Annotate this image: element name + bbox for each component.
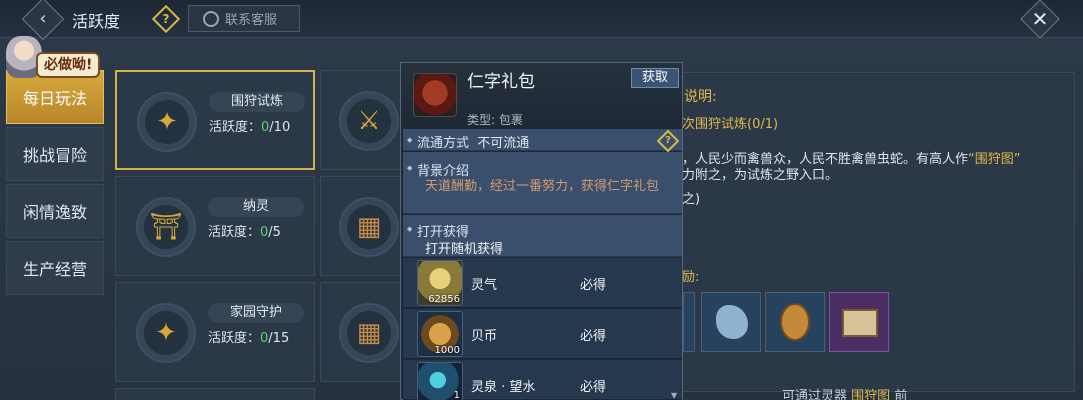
back-button[interactable]: ‹ — [21, 0, 65, 41]
item-count: 62856 — [428, 294, 460, 305]
story-line-3: 之) — [682, 192, 701, 207]
crossed-swords-icon: ⚔ — [339, 91, 399, 151]
gift-pack-icon — [413, 73, 457, 117]
sidebar-item-challenge[interactable]: 挑战冒险 — [6, 127, 104, 181]
scroll-icon — [842, 309, 878, 337]
item-type: 类型: 包裹 — [467, 113, 523, 127]
contact-service-button[interactable]: 联系客服 — [188, 5, 300, 32]
mystic-beast-icon: ✦ — [136, 303, 196, 363]
row-item-tag: 必得 — [580, 329, 607, 344]
quest-progress: 次围狩试炼(0/1) — [682, 117, 779, 132]
category-sidebar: 每日玩法 挑战冒险 闲情逸致 生产经营 — [6, 70, 104, 298]
sidebar-item-daily[interactable]: 每日玩法 — [6, 70, 104, 124]
activity-name: 纳灵 — [208, 197, 304, 217]
page-title: 活跃度 — [72, 12, 121, 31]
top-bar: ‹ 活跃度 ? 联系客服 ✕ — [0, 0, 1083, 41]
question-icon: ? — [162, 12, 170, 26]
calendar-icon: ▦ — [339, 197, 399, 257]
item-count: 1 — [453, 390, 460, 400]
row-item-name: 贝币 — [471, 329, 498, 344]
spring-water-icon: 1 — [417, 362, 463, 400]
row-item-tag: 必得 — [580, 278, 607, 293]
flow-section: 流通方式 不可流通 ? — [403, 129, 682, 153]
activity-card-partial[interactable] — [115, 388, 315, 400]
item-name: 仁字礼包 — [467, 72, 535, 92]
activity-name: 围狩试炼 — [209, 92, 305, 112]
open-section: 打开获得 打开随机获得 — [403, 215, 682, 257]
mascot-speech-bubble: 必做呦! — [36, 52, 101, 78]
activity-card-col2-3[interactable]: ▦ — [320, 282, 410, 382]
item-count: 1000 — [434, 345, 460, 356]
activity-card-col2-1[interactable]: ⚔ — [320, 70, 410, 170]
reward-row[interactable]: 62856 灵气 必得 — [403, 258, 682, 308]
reward-slot-shell[interactable] — [765, 292, 825, 352]
close-button[interactable]: ✕ — [1020, 0, 1060, 39]
spirit-energy-icon: 62856 — [417, 260, 463, 306]
description-heading: 说明: — [684, 89, 717, 105]
gate-icon: ⛩ — [136, 197, 196, 257]
shell-coin-icon: 1000 — [417, 311, 463, 357]
popup-header: 仁字礼包 类型: 包裹 获取 — [401, 63, 682, 129]
get-button[interactable]: 获取 — [631, 68, 679, 88]
item-detail-popup: 仁字礼包 类型: 包裹 获取 流通方式 不可流通 ? 背景介绍 天道酬勤，经过一… — [400, 62, 683, 400]
background-title: 背景介绍 — [407, 160, 469, 179]
row-item-name: 灵气 — [471, 278, 498, 293]
sidebar-item-leisure[interactable]: 闲情逸致 — [6, 184, 104, 238]
contact-service-label: 联系客服 — [225, 13, 278, 28]
reward-slot-1[interactable] — [683, 292, 695, 352]
mystic-beast-icon: ✦ — [137, 92, 197, 152]
reward-slot-scroll[interactable] — [829, 292, 889, 352]
reward-heading: 励: — [682, 270, 700, 285]
sidebar-item-label: 每日玩法 — [22, 89, 87, 108]
activity-card-hunt[interactable]: ✦ 围狩试炼 活跃度：0/10 — [115, 70, 315, 170]
row-item-name: 灵泉 · 望水 — [471, 380, 536, 395]
headset-icon — [203, 10, 219, 27]
activity-card-naling[interactable]: ⛩ 纳灵 活跃度：0/5 — [115, 176, 315, 276]
scroll-down-icon[interactable]: ▼ — [671, 391, 677, 400]
shell-icon — [780, 303, 810, 341]
activity-points: 活跃度：0/10 — [209, 120, 291, 135]
story-line-2: 力附之，为试炼之野入口。 — [682, 168, 839, 183]
sidebar-item-label: 挑战冒险 — [22, 146, 87, 165]
background-text: 天道酬勤，经过一番努力，获得仁字礼包 — [425, 179, 660, 194]
activity-card-col2-2[interactable]: ▦ — [320, 176, 410, 276]
activity-points: 活跃度：0/5 — [208, 225, 281, 240]
sidebar-item-label: 闲情逸致 — [22, 203, 87, 222]
footer-hint: 可通过灵器 围狩图 前 — [782, 389, 908, 400]
open-text: 打开随机获得 — [425, 242, 504, 257]
activity-points: 活跃度：0/15 — [208, 331, 290, 346]
sidebar-item-label: 生产经营 — [22, 260, 87, 279]
reward-slot-crystal[interactable] — [701, 292, 761, 352]
calendar-icon: ▦ — [339, 303, 399, 363]
question-icon[interactable]: ? — [656, 129, 680, 153]
activity-card-home-guard[interactable]: ✦ 家园守护 活跃度：0/15 — [115, 282, 315, 382]
reward-row[interactable]: 1000 贝币 必得 — [403, 309, 682, 359]
flow-label: 流通方式 不可流通 — [407, 132, 529, 151]
back-arrow-icon: ‹ — [39, 7, 47, 29]
sidebar-item-production[interactable]: 生产经营 — [6, 241, 104, 295]
crystal-icon — [716, 305, 748, 339]
background-section: 背景介绍 天道酬勤，经过一番努力，获得仁字礼包 — [403, 152, 682, 214]
activity-name: 家园守护 — [208, 303, 304, 323]
help-button[interactable]: ? — [151, 4, 181, 34]
row-item-tag: 必得 — [580, 380, 607, 395]
close-icon: ✕ — [1031, 7, 1049, 31]
reward-row[interactable]: 1 灵泉 · 望水 必得 — [403, 360, 682, 400]
